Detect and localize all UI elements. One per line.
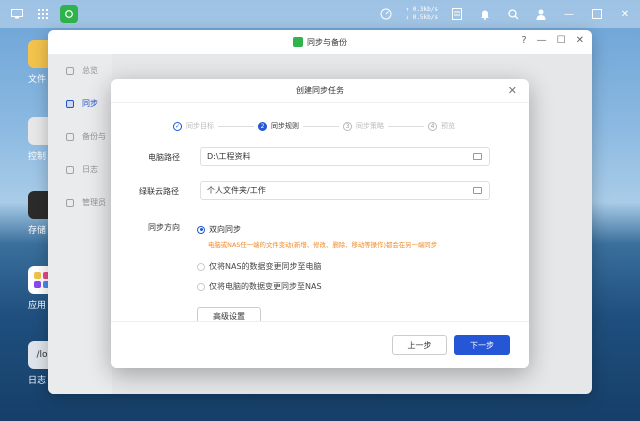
previous-step-button[interactable]: 上一步 [392,335,447,355]
cloud-path-value: 个人文件夹/工作 [207,186,266,195]
cloud-path-label: 绿联云路径 [139,187,179,196]
pc-path-value: D:\工程资料 [207,152,251,161]
sync-app-taskbar-icon[interactable] [60,5,78,23]
sync-direction-label: 同步方向 [148,223,180,232]
radio-button[interactable] [197,262,205,271]
window-title: 同步与备份 [307,37,347,47]
help-button[interactable]: ? [521,35,526,46]
folder-browse-icon[interactable] [473,187,482,194]
option-two-way-sync[interactable]: 双向同步 [197,224,241,235]
task-list-icon[interactable] [448,5,466,23]
radio-button[interactable] [197,282,205,291]
step-sync-rules: 2 同步规则 [258,121,299,131]
bell-icon[interactable] [476,5,494,23]
step-number: 4 [428,121,437,131]
step-divider [218,125,254,127]
dialog-title: 创建同步任务 [296,86,344,95]
sync-app-icon [293,37,303,47]
step-label: 同步规则 [271,122,299,130]
step-indicator: ✓ 同步目标 2 同步规则 3 同步策略 4 预览 [173,121,455,131]
step-label: 预览 [441,122,455,130]
dialog-footer: 上一步 下一步 [111,321,529,368]
option-pc-to-nas[interactable]: 仅将电脑的数据变更同步至NAS [197,281,322,292]
close-icon[interactable]: ✕ [616,5,634,23]
minimize-all-icon[interactable]: — [560,5,578,23]
step-sync-strategy: 3 同步策略 [343,121,384,131]
maximize-button[interactable]: ☐ [557,35,566,46]
radio-button[interactable] [197,225,205,234]
cloud-path-field[interactable]: 个人文件夹/工作 [200,181,490,200]
step-number: 3 [343,121,352,131]
window-icon[interactable] [588,5,606,23]
step-preview: 4 预览 [428,121,455,131]
taskbar: ↑ 0.3kb/s ↓ 0.5kb/s — ✕ [0,0,640,28]
two-way-sync-hint: 电脑或NAS任一端的文件变动(新增、修改、删除、移动等操作)都会在另一端同步 [208,241,438,249]
step-check-icon: ✓ [173,121,182,131]
option-label: 仅将NAS的数据变更同步至电脑 [209,262,322,271]
user-icon[interactable] [532,5,550,23]
next-step-button[interactable]: 下一步 [454,335,510,355]
download-speed: ↓ 0.5kb/s [405,14,438,21]
step-label: 同步策略 [356,122,384,130]
network-speed: ↑ 0.3kb/s ↓ 0.5kb/s [405,6,438,22]
option-nas-to-pc[interactable]: 仅将NAS的数据变更同步至电脑 [197,261,322,272]
step-divider [388,125,424,127]
dialog-close-button[interactable]: ✕ [508,84,517,97]
close-button[interactable]: ✕ [576,35,584,46]
option-label: 仅将电脑的数据变更同步至NAS [209,282,322,291]
step-divider [303,125,339,127]
gauge-icon[interactable] [377,5,395,23]
minimize-button[interactable]: — [537,35,547,46]
create-sync-task-dialog: 创建同步任务 ✕ ✓ 同步目标 2 同步规则 3 同步策略 4 预览 电脑路径 … [111,79,529,368]
window-titlebar: 同步与备份 ? — ☐ ✕ [48,30,592,54]
folder-browse-icon[interactable] [473,153,482,160]
upload-speed: ↑ 0.3kb/s [405,6,438,13]
pc-path-label: 电脑路径 [148,153,180,162]
app-grid-icon[interactable] [34,5,52,23]
step-sync-target: ✓ 同步目标 [173,121,214,131]
desktop-icon[interactable] [8,5,26,23]
dialog-header: 创建同步任务 ✕ [111,79,529,103]
step-label: 同步目标 [186,122,214,130]
step-number: 2 [258,121,267,131]
option-label: 双向同步 [209,225,241,234]
pc-path-field[interactable]: D:\工程资料 [200,147,490,166]
search-icon[interactable] [504,5,522,23]
